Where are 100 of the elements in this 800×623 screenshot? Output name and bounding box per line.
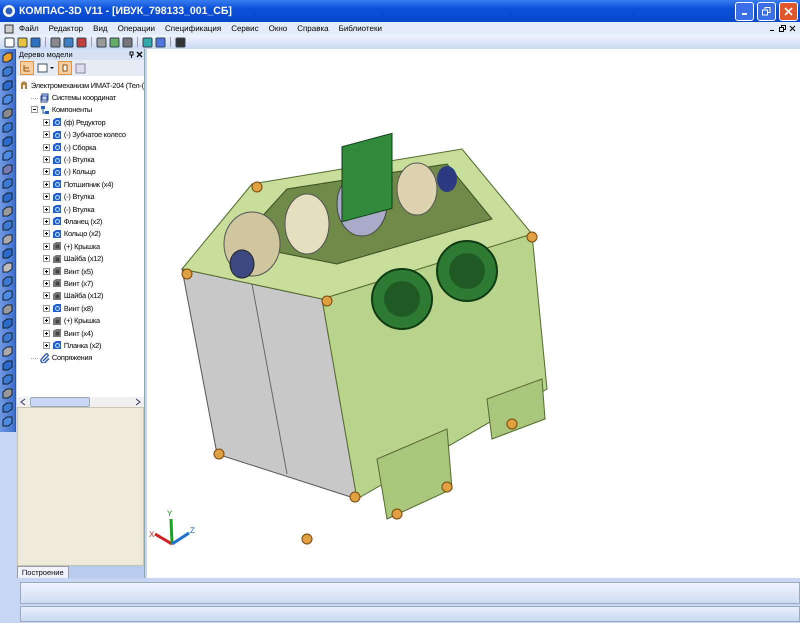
expander-icon[interactable]: [42, 168, 50, 176]
tool-button[interactable]: [2, 108, 13, 119]
lock-button[interactable]: [58, 61, 72, 75]
expander-icon[interactable]: [42, 156, 50, 164]
toolbar-button[interactable]: [63, 36, 74, 48]
tool-button[interactable]: [2, 304, 13, 315]
tool-button[interactable]: [2, 248, 13, 259]
tool-button[interactable]: [2, 290, 13, 301]
tool-button[interactable]: [2, 276, 13, 287]
standard-part-icon: [52, 290, 62, 301]
tree-icon: [22, 64, 31, 72]
scrollbar-thumb[interactable]: [30, 397, 90, 407]
list-view-button[interactable]: [36, 63, 55, 73]
close-icon[interactable]: [789, 25, 796, 32]
window-icon[interactable]: [74, 62, 86, 74]
expander-icon[interactable]: [42, 292, 50, 300]
tool-button[interactable]: [2, 332, 13, 343]
tool-button[interactable]: [2, 164, 13, 175]
toolbar-button[interactable]: [4, 36, 15, 48]
toolbar-button[interactable]: [96, 36, 107, 48]
document-icon: [4, 24, 14, 34]
tree-view-button[interactable]: [20, 61, 34, 75]
menu-item[interactable]: Библиотеки: [334, 24, 387, 33]
tool-button[interactable]: [2, 220, 13, 231]
toolbar-button[interactable]: [142, 36, 153, 48]
expander-icon[interactable]: [30, 106, 38, 114]
standard-part-icon: [52, 254, 62, 264]
scroll-left-icon[interactable]: [20, 398, 26, 406]
expander-icon[interactable]: [42, 280, 50, 287]
close-icon: [784, 6, 793, 16]
expander-icon[interactable]: [42, 304, 50, 312]
expander-icon[interactable]: [42, 342, 50, 349]
expander-icon[interactable]: [42, 242, 50, 250]
coordinate-system-icon: [40, 92, 50, 103]
tool-button[interactable]: [2, 346, 13, 357]
standard-part-icon: [52, 328, 62, 338]
restore-button[interactable]: [757, 2, 776, 20]
tool-button[interactable]: [2, 80, 13, 91]
part-icon: [52, 130, 62, 140]
toolbar-button[interactable]: [76, 36, 87, 48]
tool-button[interactable]: [2, 178, 13, 189]
tool-button[interactable]: [2, 192, 13, 203]
toolbar-button[interactable]: [17, 36, 28, 48]
close-button[interactable]: [779, 2, 798, 20]
expander-icon[interactable]: [42, 330, 50, 336]
toolbar-button[interactable]: [175, 36, 186, 48]
menu-item[interactable]: Спецификация: [160, 24, 226, 33]
standard-part-icon: [52, 241, 62, 252]
expander-icon[interactable]: [42, 131, 50, 138]
tool-button[interactable]: [2, 402, 13, 413]
tool-button[interactable]: [2, 66, 13, 77]
app-logo-icon: [2, 4, 16, 18]
axis-label: Y: [167, 509, 172, 518]
part-icon: [52, 154, 62, 165]
tool-button[interactable]: [2, 374, 13, 385]
tool-button[interactable]: [2, 52, 13, 63]
tool-button[interactable]: [2, 388, 13, 399]
tool-button[interactable]: [2, 136, 13, 147]
axis-triad: [154, 518, 190, 546]
expander-icon[interactable]: [42, 118, 50, 126]
part-icon: [52, 216, 62, 226]
menu-item[interactable]: Редактор: [44, 24, 88, 33]
window-title: КОМПАС-3D V11 - [ИВУК_798133_001_СБ]: [19, 5, 233, 17]
tool-button[interactable]: [2, 318, 13, 329]
menu-item[interactable]: Сервис: [226, 24, 264, 33]
menu-item[interactable]: Файл: [14, 24, 44, 33]
tool-button[interactable]: [2, 206, 13, 217]
close-icon[interactable]: [135, 51, 144, 58]
menu-item[interactable]: Справка: [292, 24, 334, 33]
expander-icon[interactable]: [42, 255, 50, 262]
toolbar-button[interactable]: [122, 36, 133, 48]
part-icon: [52, 166, 62, 177]
expander-icon[interactable]: [42, 218, 50, 225]
minimize-button[interactable]: [735, 2, 754, 20]
expander-icon[interactable]: [42, 193, 50, 200]
expander-icon[interactable]: [42, 180, 50, 188]
toolbar-button[interactable]: [109, 36, 120, 48]
toolbar-button[interactable]: [155, 36, 166, 48]
tool-button[interactable]: [2, 262, 13, 273]
restore-icon[interactable]: [779, 25, 786, 32]
expander-icon[interactable]: [42, 317, 50, 324]
scroll-right-icon[interactable]: [134, 398, 141, 406]
menu-item[interactable]: Операции: [112, 24, 160, 33]
tool-button[interactable]: [2, 122, 13, 133]
toolbar-button[interactable]: [50, 36, 61, 48]
paperclip-icon: [40, 352, 50, 363]
tool-button[interactable]: [2, 150, 13, 161]
menu-item[interactable]: Вид: [88, 24, 113, 33]
tool-button[interactable]: [2, 234, 13, 245]
tool-button[interactable]: [2, 416, 13, 427]
expander-icon[interactable]: [42, 206, 50, 213]
expander-icon[interactable]: [42, 230, 50, 238]
expander-icon[interactable]: [42, 144, 50, 151]
menu-item[interactable]: Окно: [264, 24, 292, 33]
standard-part-icon: [52, 266, 62, 276]
toolbar-button[interactable]: [30, 36, 41, 48]
tool-button[interactable]: [2, 360, 13, 371]
pin-icon[interactable]: [128, 51, 135, 58]
expander-icon[interactable]: [42, 268, 50, 275]
tool-button[interactable]: [2, 94, 13, 105]
